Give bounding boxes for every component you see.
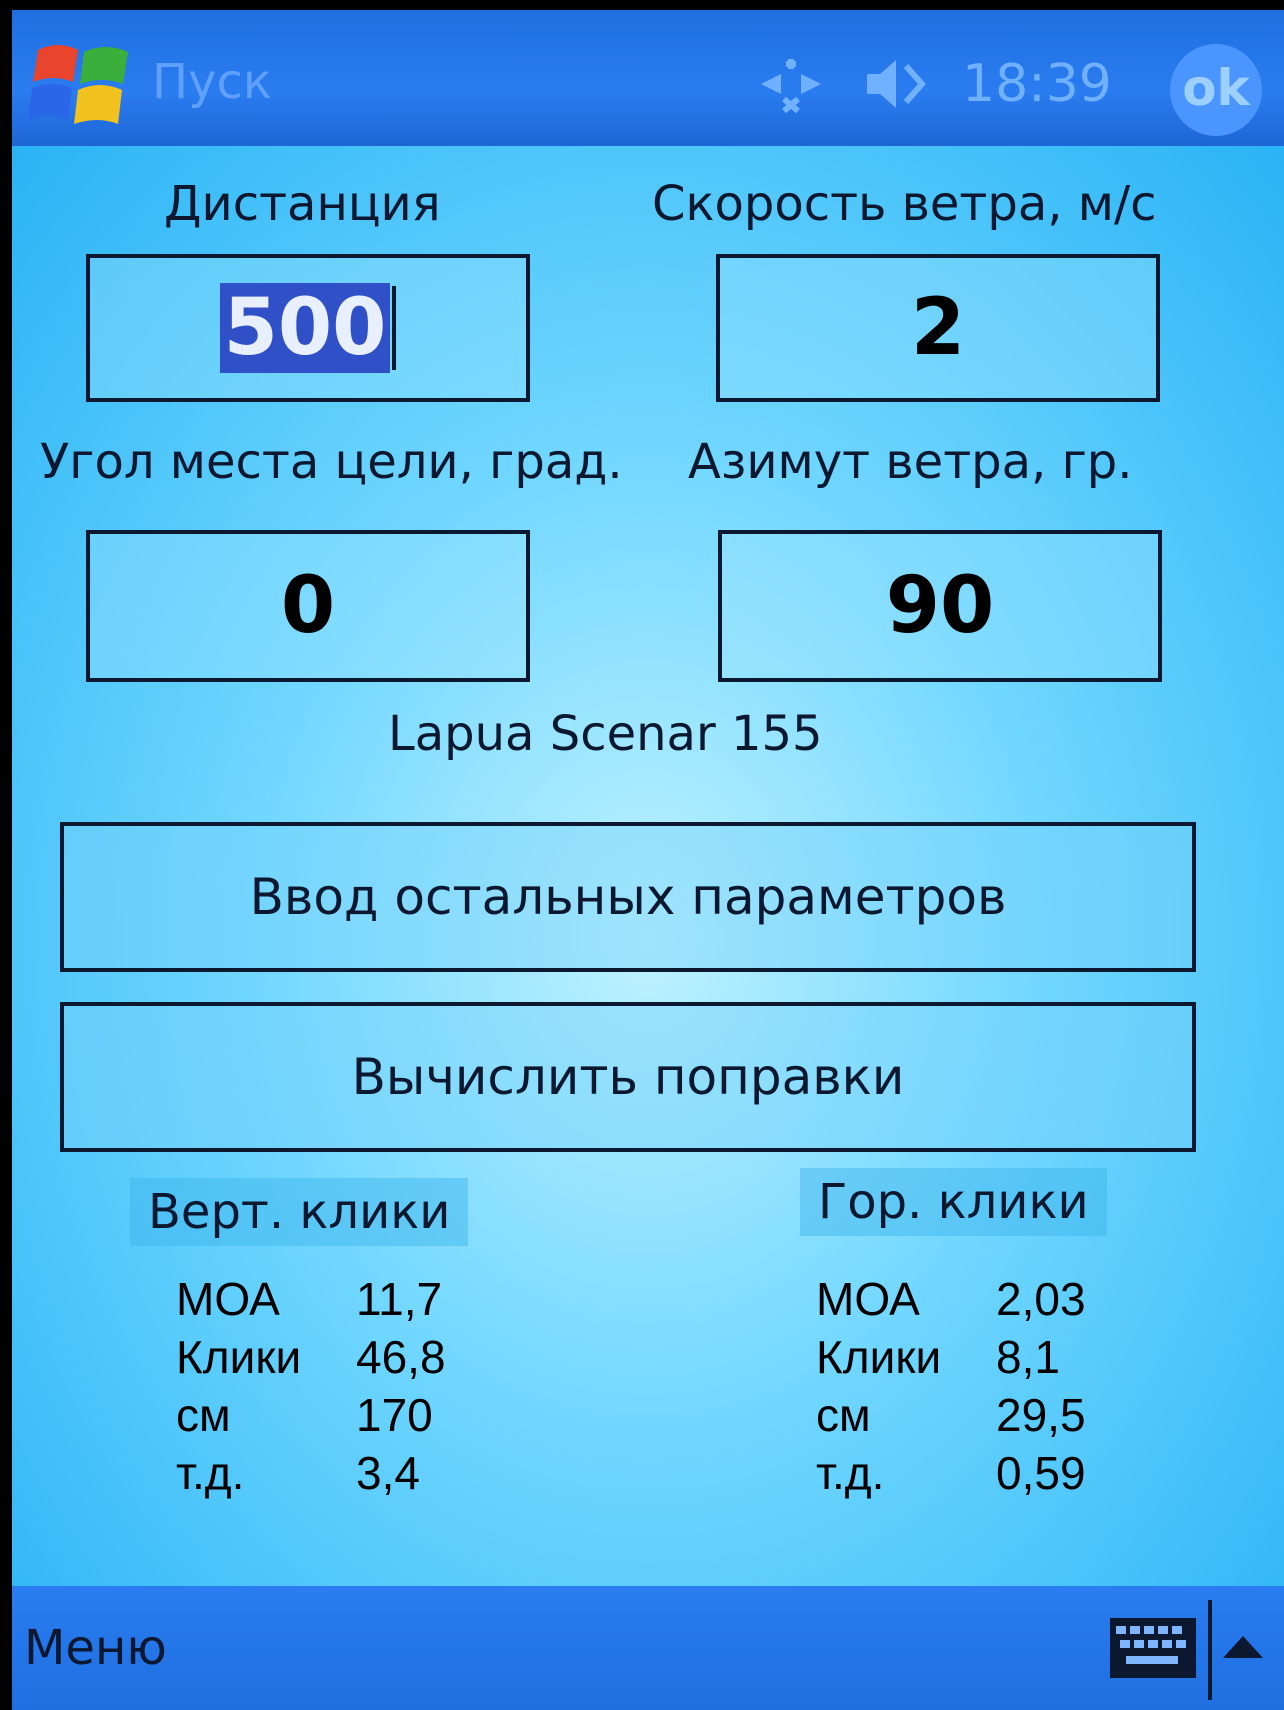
vert-value: 11,7	[356, 1273, 443, 1325]
clock-text[interactable]: 18:39	[962, 54, 1112, 114]
wind-azimuth-label: Азимут ветра, гр.	[688, 434, 1133, 490]
hor-value: 2,03	[996, 1273, 1086, 1325]
distance-label: Дистанция	[164, 176, 441, 232]
vertical-clicks-header: Верт. клики	[130, 1178, 469, 1246]
target-angle-value: 0	[280, 561, 336, 651]
wind-speed-input[interactable]: 2	[716, 254, 1160, 402]
volume-muted-icon[interactable]	[862, 54, 932, 114]
vert-value: 3,4	[356, 1447, 420, 1499]
keyboard-icon[interactable]	[1108, 1616, 1198, 1680]
main-form: Дистанция Скорость ветра, м/с 500 2 Угол…	[12, 146, 1284, 1586]
compute-button[interactable]: Вычислить поправки	[60, 1002, 1196, 1152]
wind-azimuth-input[interactable]: 90	[718, 530, 1162, 682]
connectivity-icon[interactable]	[756, 54, 826, 114]
distance-input[interactable]: 500	[86, 254, 530, 402]
vert-label: т.д.	[176, 1447, 245, 1499]
vert-label: см	[176, 1389, 231, 1441]
hor-label: МОА	[816, 1273, 920, 1325]
distance-value: 500	[219, 283, 391, 373]
target-angle-input[interactable]: 0	[86, 530, 530, 682]
arrow-up-icon[interactable]	[1218, 1632, 1268, 1662]
bullet-name: Lapua Scenar 155	[388, 706, 823, 762]
device-screen: Пуск 18:39 ok Дистанция Скорость ветра, …	[12, 10, 1284, 1710]
target-angle-label: Угол места цели, град.	[40, 434, 623, 490]
vert-label: Клики	[176, 1331, 302, 1383]
top-taskbar: Пуск 18:39 ok	[12, 10, 1284, 146]
vert-label: МОА	[176, 1273, 280, 1325]
hor-label: см	[816, 1389, 871, 1441]
bottom-menu-bar: Меню	[12, 1586, 1284, 1710]
bar-separator	[1208, 1600, 1212, 1700]
vert-value: 46,8	[356, 1331, 446, 1383]
wind-speed-label: Скорость ветра, м/с	[652, 176, 1157, 232]
menu-softkey[interactable]: Меню	[24, 1620, 167, 1676]
wind-azimuth-value: 90	[885, 561, 995, 651]
text-caret	[392, 286, 397, 370]
start-menu-label[interactable]: Пуск	[152, 54, 272, 110]
hor-value: 0,59	[996, 1447, 1086, 1499]
horizontal-clicks-header: Гор. клики	[800, 1168, 1107, 1236]
ok-button[interactable]: ok	[1170, 44, 1262, 136]
hor-value: 8,1	[996, 1331, 1060, 1383]
other-params-button[interactable]: Ввод остальных параметров	[60, 822, 1196, 972]
hor-value: 29,5	[996, 1389, 1086, 1441]
windows-logo-icon[interactable]	[28, 40, 138, 130]
vert-value: 170	[356, 1389, 433, 1441]
wind-speed-value: 2	[910, 283, 966, 373]
hor-label: Клики	[816, 1331, 942, 1383]
hor-label: т.д.	[816, 1447, 885, 1499]
